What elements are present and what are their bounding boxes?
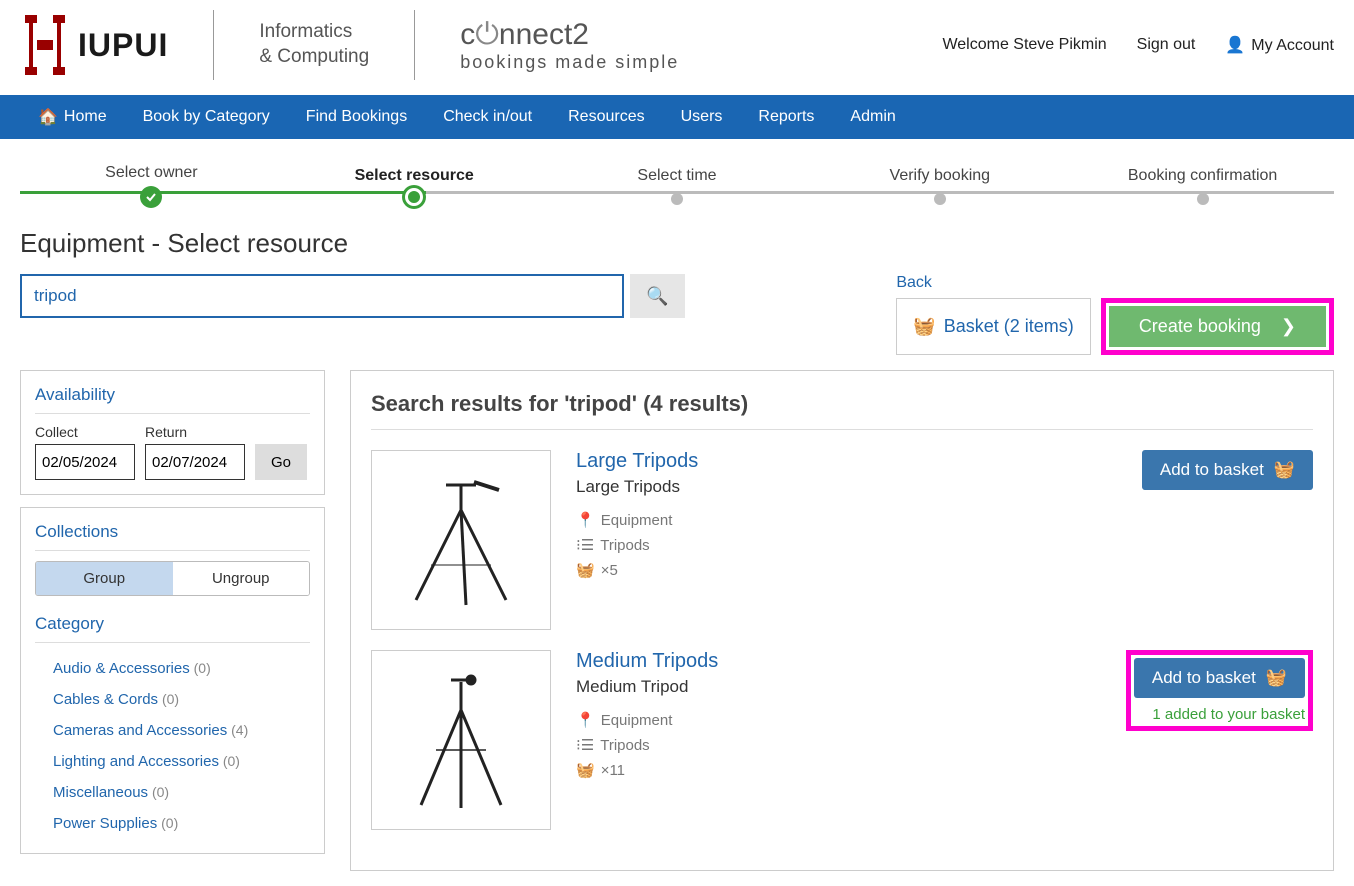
chevron-right-icon: ❯: [1281, 316, 1296, 337]
create-booking-button[interactable]: Create booking ❯: [1109, 306, 1326, 347]
result-image: [371, 450, 551, 630]
brand-text: IUPUI: [78, 27, 168, 64]
search-input[interactable]: [20, 274, 624, 318]
add-to-basket-button[interactable]: Add to basket🧺: [1142, 450, 1313, 490]
page-title: Equipment - Select resource: [0, 228, 1354, 274]
results-panel: Search results for 'tripod' (4 results) …: [350, 370, 1334, 871]
nav-check-in-out[interactable]: Check in/out: [425, 95, 550, 139]
result-name-link[interactable]: Large Tripods: [576, 450, 1117, 473]
check-icon: [140, 186, 162, 208]
basket-icon: 🧺: [1274, 460, 1295, 480]
step-confirm: Booking confirmation: [1128, 167, 1277, 184]
basket-icon: 🧺: [913, 316, 935, 337]
collect-input[interactable]: [35, 444, 135, 480]
tripod-icon: [396, 470, 526, 610]
category-icon: ⁝☰: [576, 536, 594, 554]
nav-admin[interactable]: Admin: [832, 95, 913, 139]
group-toggle[interactable]: Group: [36, 562, 173, 595]
nav-find-bookings[interactable]: Find Bookings: [288, 95, 425, 139]
collections-title: Collections: [35, 522, 310, 551]
signout-link[interactable]: Sign out: [1137, 36, 1196, 54]
added-message: 1 added to your basket: [1134, 706, 1305, 723]
go-button[interactable]: Go: [255, 444, 307, 480]
step-resource: Select resource: [355, 167, 474, 184]
nav-users[interactable]: Users: [663, 95, 741, 139]
quantity-icon: 🧺: [576, 761, 595, 779]
return-label: Return: [145, 424, 245, 440]
nav-home[interactable]: 🏠Home: [20, 95, 125, 139]
location-icon: 📍: [576, 511, 595, 529]
ungroup-toggle[interactable]: Ungroup: [173, 562, 310, 595]
results-title: Search results for 'tripod' (4 results): [371, 391, 1313, 430]
filters-panel: Collections Group Ungroup Category Audio…: [20, 507, 325, 854]
search-icon: 🔍: [646, 286, 668, 306]
availability-title: Availability: [35, 385, 310, 414]
nav-reports[interactable]: Reports: [740, 95, 832, 139]
iu-logo-icon: [20, 10, 70, 80]
nav-resources[interactable]: Resources: [550, 95, 662, 139]
step-time: Select time: [637, 167, 716, 184]
result-item: Medium Tripods Medium Tripod 📍Equipment …: [371, 650, 1313, 830]
category-title: Category: [35, 614, 310, 643]
app-name: c⏻nnect2: [460, 18, 679, 52]
cat-cables[interactable]: Cables & Cords: [53, 691, 158, 708]
result-name-link[interactable]: Medium Tripods: [576, 650, 1101, 673]
user-icon: 👤: [1225, 37, 1245, 54]
add-to-basket-button[interactable]: Add to basket🧺: [1134, 658, 1305, 698]
app-tagline: bookings made simple: [460, 52, 679, 73]
step-owner: Select owner: [105, 164, 198, 181]
cat-lighting[interactable]: Lighting and Accessories: [53, 753, 219, 770]
nav-book-category[interactable]: Book by Category: [125, 95, 288, 139]
cat-audio[interactable]: Audio & Accessories: [53, 660, 190, 677]
collect-label: Collect: [35, 424, 135, 440]
back-link[interactable]: Back: [896, 274, 1334, 292]
result-image: [371, 650, 551, 830]
availability-panel: Availability Collect Return Go: [20, 370, 325, 495]
home-icon: 🏠: [38, 107, 58, 127]
category-icon: ⁝☰: [576, 736, 594, 754]
cat-cameras[interactable]: Cameras and Accessories: [53, 722, 227, 739]
welcome-text: Welcome Steve Pikmin: [942, 36, 1106, 54]
result-subtitle: Large Tripods: [576, 477, 1117, 497]
result-item: Large Tripods Large Tripods 📍Equipment ⁝…: [371, 450, 1313, 630]
basket-button[interactable]: 🧺 Basket (2 items): [896, 298, 1090, 355]
result-subtitle: Medium Tripod: [576, 677, 1101, 697]
search-button[interactable]: 🔍: [630, 274, 685, 318]
dept-line1: Informatics: [259, 20, 369, 45]
step-verify: Verify booking: [890, 167, 991, 184]
return-input[interactable]: [145, 444, 245, 480]
cat-misc[interactable]: Miscellaneous: [53, 784, 148, 801]
logo-area: IUPUI Informatics & Computing c⏻nnect2 b…: [20, 10, 679, 80]
location-icon: 📍: [576, 711, 595, 729]
basket-icon: 🧺: [1266, 668, 1287, 688]
quantity-icon: 🧺: [576, 561, 595, 579]
my-account-link[interactable]: 👤My Account: [1225, 35, 1334, 55]
progress-stepper: Select owner Select resource Select time…: [0, 139, 1354, 228]
dept-line2: & Computing: [259, 45, 369, 70]
tripod-icon: [396, 670, 526, 810]
main-nav: 🏠Home Book by Category Find Bookings Che…: [0, 95, 1354, 139]
cat-power[interactable]: Power Supplies: [53, 815, 157, 832]
